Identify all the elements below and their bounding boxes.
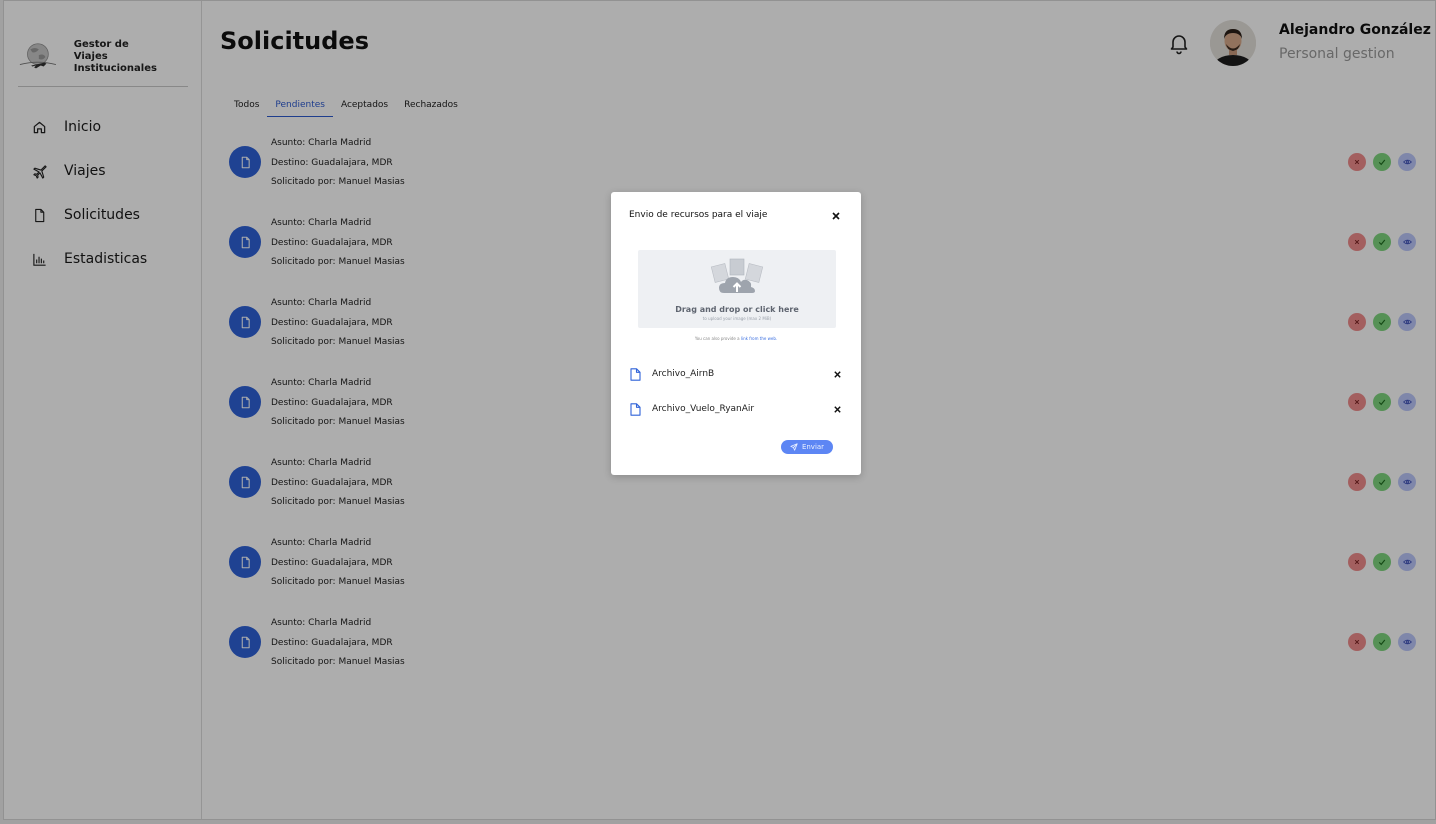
dropzone-instructions: Drag and drop or click here — [675, 305, 799, 314]
dialog-title: Envio de recursos para el viaje — [629, 210, 768, 220]
file-icon — [630, 367, 641, 381]
file-dropzone[interactable]: Drag and drop or click here to upload yo… — [638, 250, 836, 328]
dropzone-note-text: You can also provide a — [694, 336, 741, 341]
file-name: Archivo_Vuelo_RyanAir — [652, 404, 755, 414]
dropzone-note: You can also provide a link from the web… — [611, 336, 861, 341]
attached-file: Archivo_Vuelo_RyanAir — [630, 401, 842, 417]
file-name: Archivo_AirnB — [652, 369, 715, 379]
send-button-label: Enviar — [801, 443, 825, 451]
web-link[interactable]: link from the web. — [741, 336, 777, 341]
remove-file-icon[interactable] — [833, 405, 842, 414]
dropzone-hint: to upload your image (max 2 MiB) — [702, 316, 772, 321]
close-icon[interactable] — [830, 210, 842, 222]
send-icon — [790, 443, 798, 451]
send-button[interactable]: Enviar — [781, 440, 833, 454]
cloud-upload-icon — [710, 258, 764, 293]
remove-file-icon[interactable] — [833, 370, 842, 379]
attached-file: Archivo_AirnB — [630, 366, 842, 382]
upload-resources-dialog: Envio de recursos para el viaje Drag and… — [611, 192, 861, 475]
file-icon — [630, 402, 641, 416]
